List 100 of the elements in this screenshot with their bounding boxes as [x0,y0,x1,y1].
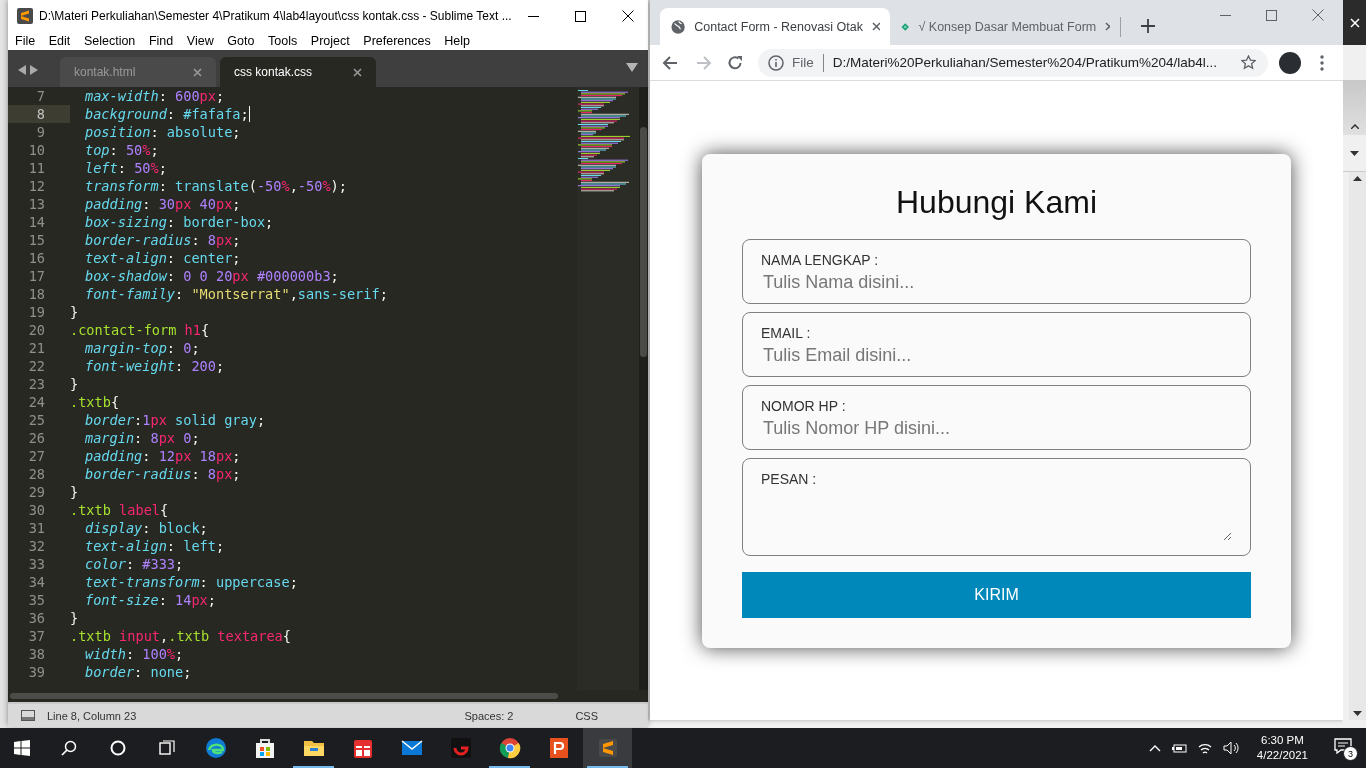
maximize-icon[interactable] [575,10,586,22]
search-icon[interactable] [60,740,77,756]
back-icon[interactable] [662,54,678,71]
line-number: 20 [27,321,46,339]
reload-icon[interactable] [727,54,743,71]
menu-icon[interactable] [1320,54,1324,71]
code-line: border-radius: 8px; [85,231,241,249]
code-line: border: none; [85,663,192,681]
code-line: max-width: 600px; [85,87,225,105]
line-number: 32 [27,537,46,555]
avatar[interactable] [1279,51,1301,74]
menu-item[interactable]: Edit [48,34,71,48]
chrome-icon[interactable] [497,736,522,760]
line-number: 33 [27,555,46,573]
text-field[interactable]: NOMOR HP : Tulis Nomor HP disini... [742,384,1251,450]
menu-item[interactable]: Find [148,34,174,48]
star-icon[interactable] [1241,55,1256,70]
menu-item[interactable]: File [15,34,36,48]
browser-icon[interactable] [203,736,228,760]
scrollbar-thumb[interactable] [10,693,558,699]
text-field[interactable]: EMAIL : Tulis Email disini... [742,311,1251,377]
syntax-mode[interactable]: CSS [575,709,598,722]
menu-item[interactable]: View [186,34,214,48]
line-number: 18 [27,285,46,303]
line-number: 28 [27,465,46,483]
menu-item[interactable]: Preferences [363,34,431,48]
clock[interactable]: 6:30 PM 4/22/2021 [1256,733,1308,763]
line-number: 38 [27,645,46,663]
field-label: EMAIL : [761,324,811,341]
menu-item[interactable]: Project [310,34,350,48]
code-line: width: 100%; [85,645,184,663]
scrollbar-thumb[interactable] [640,127,647,357]
resize-grip-icon[interactable] [1223,531,1232,541]
code-line: .txtb label{ [70,501,169,519]
line-number: 23 [27,375,46,393]
code-line: text-transform: uppercase; [85,573,298,591]
code-line: box-sizing: border-box; [85,213,274,231]
line-number: 29 [27,483,46,501]
code-line: font-weight: 200; [85,357,225,375]
game-icon[interactable] [448,736,473,760]
line-number: 36 [27,609,46,627]
battery-icon[interactable] [1170,742,1187,754]
input-field[interactable]: Tulis Email disini... [761,340,1236,368]
menu-item[interactable]: Tools [268,34,298,48]
scroll-down-icon[interactable] [1353,711,1362,716]
editor-tab[interactable]: css kontak.css [220,57,376,87]
field-label: NOMOR HP : [761,397,846,414]
panel-icon[interactable] [21,710,35,721]
line-number: 8 [8,105,70,123]
browser-tab[interactable]: √ Konsep Dasar Membuat Form [890,8,1120,45]
input-field[interactable]: Tulis Nama disini... [761,267,1236,295]
code-line: } [70,375,79,393]
form-heading: Hubungi Kami [896,183,1097,221]
line-number: 11 [27,159,46,177]
code-line: .txtb{ [70,393,120,411]
code-line: transform: translate(-50%,-50%); [85,177,347,195]
dropdown-icon[interactable] [1350,150,1359,156]
start-icon[interactable] [14,740,30,756]
collapse-icon[interactable] [1350,124,1359,129]
line-number: 17 [27,267,46,285]
back-arrow-icon[interactable] [18,65,26,75]
line-number: 19 [27,303,46,321]
message-field[interactable]: PESAN : [742,457,1251,556]
menu-item[interactable]: Goto [227,34,255,48]
address-bar[interactable]: File D:/Materi%20Perkuliahan/Semester%204/Pratikum%204/lab4l... [758,48,1268,77]
code-line: font-family: "Montserrat",sans-serif; [85,285,388,303]
menu-item[interactable]: Help [444,34,470,48]
line-number: 25 [27,411,46,429]
info-icon[interactable] [768,54,784,71]
line-number: 39 [27,663,46,681]
circle-icon[interactable] [109,740,126,756]
line-number: 22 [27,357,46,375]
line-number: 14 [27,213,46,231]
code-line: text-align: left; [85,537,225,555]
submit-button[interactable]: KIRIM [742,571,1251,618]
code-line: .contact-form h1{ [70,321,210,339]
forward-arrow-icon[interactable] [30,65,38,75]
text-field[interactable]: NAMA LENGKAP : Tulis Nama disini... [742,238,1251,304]
wifi-icon[interactable] [1196,741,1213,755]
indentation-setting[interactable]: Spaces: 2 [464,709,514,722]
chevron-up-icon[interactable] [1148,744,1161,752]
task-view-icon[interactable] [158,740,175,756]
browser-tab[interactable]: Contact Form - Renovasi Otak [660,8,890,45]
code-line: } [70,303,79,321]
input-field[interactable]: Tulis Nomor HP disini... [761,413,1236,441]
line-number: 35 [27,591,46,609]
line-number: 24 [27,393,46,411]
line-number: 34 [27,573,46,591]
new-tab-icon[interactable] [1141,19,1155,33]
speaker-icon[interactable] [1222,741,1239,755]
menu-item[interactable]: Selection [83,34,136,48]
line-number: 16 [27,249,46,267]
line-number: 12 [27,177,46,195]
app-logo-icon [17,8,33,24]
scroll-up-icon[interactable] [1353,176,1362,181]
page-info-label[interactable]: File [792,55,814,70]
dropdown-icon[interactable] [626,63,638,72]
window-title: D:\Materi Perkuliahan\Semester 4\Pratikum 4\lab4layout\css kontak.css - Sublime Text ... [39,9,513,23]
line-number: 37 [27,627,46,645]
address-text[interactable]: D:/Materi%20Perkuliahan/Semester%204/Pratikum%204/lab4l... [832,55,1241,70]
